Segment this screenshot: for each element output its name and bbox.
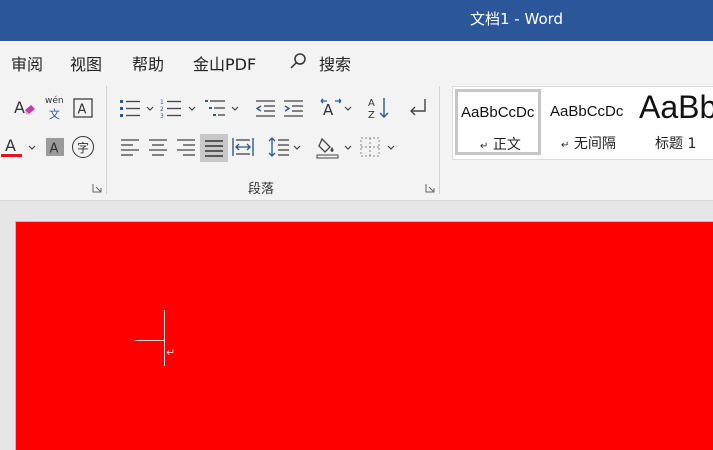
styles-gallery: AaBbCcDc ↵ 正文 AaBbCcDc ↵ 无间隔 AaBb 标题 1 <box>452 86 713 160</box>
style-name: ↵ 正文 <box>480 134 521 153</box>
paint-bucket-icon <box>316 137 339 159</box>
style-sample: AaBbCcDc <box>461 104 535 121</box>
menu-bar: 审阅 视图 帮助 金山PDF 搜索 <box>0 41 713 79</box>
increase-indent-button[interactable] <box>280 95 306 121</box>
svg-text:A: A <box>323 101 334 119</box>
paragraph-dialog-launcher-icon[interactable] <box>425 183 435 193</box>
sort-button[interactable]: A Z <box>366 95 392 121</box>
phonetic-char: 文 <box>49 108 60 121</box>
phonetic-guide-button[interactable]: wén 文 <box>42 95 68 121</box>
svg-text:A: A <box>78 103 87 118</box>
search-icon[interactable] <box>289 52 307 70</box>
mouse-cursor-crosshair <box>135 340 165 341</box>
multilevel-list-button[interactable] <box>202 95 228 121</box>
bullets-button[interactable] <box>117 95 143 121</box>
increase-indent-icon <box>284 100 303 117</box>
align-center-icon <box>149 139 167 156</box>
style-name-text: 正文 <box>492 137 521 153</box>
svg-text:A: A <box>5 136 16 155</box>
title-bar: 文档1 - Word <box>0 0 713 41</box>
search-label[interactable]: 搜索 <box>319 51 351 75</box>
numbering-dropdown-icon[interactable] <box>188 106 196 112</box>
character-border-icon: A <box>73 98 93 118</box>
paragraph-mark: ↵ <box>480 141 489 152</box>
borders-dropdown-icon[interactable] <box>387 145 395 151</box>
phonetic-guide-icon: wén 文 <box>43 96 67 121</box>
svg-text:2: 2 <box>160 106 164 113</box>
numbering-icon: 123 <box>160 99 181 118</box>
line-spacing-icon <box>268 137 289 157</box>
align-right-button[interactable] <box>173 134 199 160</box>
font-color-dropdown-icon[interactable] <box>28 145 36 151</box>
line-spacing-dropdown-icon[interactable] <box>293 145 301 151</box>
svg-text:A: A <box>14 98 25 117</box>
paragraph-group-label: 段落 <box>248 182 275 197</box>
paragraph-mark: ↵ <box>561 140 570 151</box>
style-sample: AaBbCcDc <box>550 103 624 120</box>
shading-button[interactable] <box>315 134 341 160</box>
clear-formatting-button[interactable]: A <box>12 95 38 121</box>
chinese-layout-dropdown-icon[interactable] <box>344 106 352 112</box>
shading-dropdown-icon[interactable] <box>344 145 352 151</box>
style-name: 标题 1 <box>655 136 697 152</box>
style-no-spacing[interactable]: AaBbCcDc ↵ 无间隔 <box>545 89 631 155</box>
justify-button[interactable] <box>200 134 228 162</box>
align-right-icon <box>177 139 195 156</box>
show-paragraph-marks-button[interactable] <box>404 95 430 121</box>
font-color-button[interactable]: A <box>0 134 26 160</box>
align-center-button[interactable] <box>145 134 171 160</box>
svg-text:3: 3 <box>160 113 164 118</box>
decrease-indent-button[interactable] <box>252 95 278 121</box>
document-page[interactable] <box>15 221 713 450</box>
borders-icon <box>360 137 380 157</box>
line-spacing-button[interactable] <box>266 134 292 160</box>
mouse-cursor <box>164 310 165 366</box>
numbering-button[interactable]: 123 <box>158 95 184 121</box>
group-divider <box>106 86 107 194</box>
tab-wps-pdf[interactable]: 金山PDF <box>193 51 256 75</box>
distributed-button[interactable] <box>230 134 256 160</box>
style-normal[interactable]: AaBbCcDc ↵ 正文 <box>455 89 541 155</box>
chinese-layout-button[interactable]: A <box>318 95 344 121</box>
align-left-button[interactable] <box>117 134 143 160</box>
align-left-icon <box>121 139 139 156</box>
paragraph-mark-icon <box>410 99 426 116</box>
borders-button[interactable] <box>357 134 383 160</box>
svg-text:1: 1 <box>160 99 164 106</box>
multilevel-list-dropdown-icon[interactable] <box>231 106 239 112</box>
distributed-icon <box>232 138 254 156</box>
character-border-button[interactable]: A <box>70 95 96 121</box>
enclose-characters-icon: 字 <box>72 136 94 158</box>
character-shading-icon: A <box>46 138 64 157</box>
style-name-text: 无间隔 <box>573 136 616 152</box>
svg-text:Z: Z <box>368 110 375 120</box>
chinese-layout-icon: A <box>320 98 342 119</box>
style-sample: AaBb <box>639 89 713 125</box>
font-color-icon: A <box>1 136 22 157</box>
tab-review[interactable]: 审阅 <box>11 51 43 75</box>
sort-icon: A Z <box>368 98 389 120</box>
character-shading-button[interactable]: A <box>42 134 68 160</box>
style-name: ↵ 无间隔 <box>561 133 616 153</box>
decrease-indent-icon <box>255 100 275 117</box>
svg-text:A: A <box>50 142 59 157</box>
group-divider <box>439 86 440 194</box>
tab-help[interactable]: 帮助 <box>132 51 164 75</box>
bullets-dropdown-icon[interactable] <box>146 106 154 112</box>
bullets-icon <box>120 100 140 117</box>
window-title: 文档1 - Word <box>470 10 564 28</box>
enclose-characters-button[interactable]: 字 <box>70 134 96 160</box>
multilevel-list-icon <box>205 100 225 116</box>
svg-text:A: A <box>368 98 375 109</box>
phonetic-text: wén <box>45 96 64 106</box>
clear-formatting-icon: A <box>14 98 35 117</box>
tab-view[interactable]: 视图 <box>70 51 102 75</box>
style-heading-1[interactable]: AaBb 标题 1 <box>635 89 713 155</box>
paragraph-mark: ↵ <box>166 346 176 359</box>
font-dialog-launcher-icon[interactable] <box>92 183 102 193</box>
justify-icon <box>205 140 223 157</box>
